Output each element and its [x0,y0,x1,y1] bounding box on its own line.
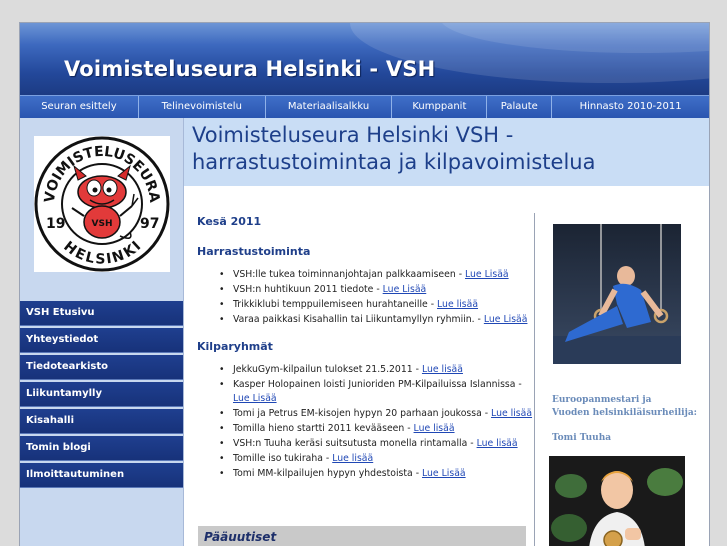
season-heading: Kesä 2011 [197,215,262,228]
read-more-link[interactable]: Lue lisää [437,299,478,310]
site-title[interactable]: Voimisteluseura Helsinki - VSH [64,57,435,81]
news-text: Tomi ja Petrus EM-kisojen hypyn 20 parha… [233,408,492,420]
news-text: VSH:n Tuuha keräsi suitsutusta monella r… [233,438,477,450]
logo-badge-text: VSH [92,219,113,229]
news-text: Tomilla hieno startti 2011 kevääseen - [233,423,414,435]
sidebar-item-etusivu[interactable]: VSH Etusivu [20,301,183,326]
news-text: Tomi MM-kilpailujen hypyn yhdestoista - [233,467,423,479]
harrastus-list: VSH:lle tukea toiminnanjohtajan palkkaam… [197,268,537,328]
list-item: Kasper Holopainen loisti Junioriden PM-K… [219,378,537,408]
sidebar-item-liikuntamylly[interactable]: Liikuntamylly [20,382,183,407]
kilpa-list: JekkuGym-kilpailun tulokset 21.5.2011 - … [197,363,537,482]
column-divider [534,213,535,546]
news-text: Trikkiklubi temppuilemiseen hurahtaneill… [233,298,438,310]
nav-item-seuran-esittely[interactable]: Seuran esittely [20,96,139,118]
read-more-link[interactable]: Lue Lisää [422,468,466,479]
read-more-link[interactable]: Lue lisää [491,408,532,419]
read-more-link[interactable]: Lue Lisää [484,314,528,325]
read-more-link[interactable]: Lue lisää [414,423,455,434]
section-header-pauutiset: Pääuutiset [198,526,526,546]
sidebar-item-yhteystiedot[interactable]: Yhteystiedot [20,328,183,353]
read-more-link[interactable]: Lue Lisää [233,393,277,404]
list-item: VSH:lle tukea toiminnanjohtajan palkkaam… [219,268,537,283]
caption-line2: Vuoden helsinkiläisurheilija: [552,408,697,418]
harrastus-heading: Harrastustoiminta [197,245,311,258]
news-text: VSH:lle tukea toiminnanjohtajan palkkaam… [233,269,466,280]
nav-item-palaute[interactable]: Palaute [487,96,553,118]
caption-name: Tomi Tuuha [552,433,612,443]
read-more-link[interactable]: Lue Lisää [465,269,509,280]
read-more-link[interactable]: Lue lisää [422,364,463,375]
list-item: VSH:n huhtikuun 2011 tiedote - Lue Lisää [219,283,537,298]
main-content: Kesä 2011 Harrastustoiminta VSH:lle tuke… [197,215,537,494]
gymnast-medal-photo[interactable] [549,456,685,546]
page-frame: Voimisteluseura Helsinki - VSH Seuran es… [19,22,710,546]
gymnast-rings-photo[interactable] [553,224,681,364]
page-title: Voimisteluseura Helsinki VSH - harrastus… [192,122,707,176]
list-item: Tomi ja Petrus EM-kisojen hypyn 20 parha… [219,407,537,422]
news-text: Tomille iso tukiraha - [233,453,333,465]
news-text: JekkuGym-kilpailun tulokset 21.5.2011 - [233,363,422,375]
left-column: VOIMISTELUSEURA HELSINKI 19 97 VSH VSH E… [20,118,184,546]
news-text: Kasper Holopainen loisti Junioriden PM-K… [233,378,522,390]
site-banner: Voimisteluseura Helsinki - VSH [20,23,709,95]
news-text: VSH:n huhtikuun 2011 tiedote - [233,283,383,295]
nav-item-hinnasto[interactable]: Hinnasto 2010-2011 [552,96,709,118]
nav-item-telinevoimistelu[interactable]: Telinevoimistelu [139,96,266,118]
main-header: Voimisteluseura Helsinki VSH - harrastus… [184,118,709,186]
kilpa-heading: Kilparyhmät [197,339,273,353]
side-menu: VSH Etusivu Yhteystiedot Tiedotearkisto … [20,301,183,490]
logo-year-left: 19 [46,216,65,232]
top-nav: Seuran esittely Telinevoimistelu Materia… [20,95,709,118]
club-logo[interactable]: VOIMISTELUSEURA HELSINKI 19 97 VSH [34,136,170,272]
sidebar-item-kisahalli[interactable]: Kisahalli [20,409,183,434]
list-item: Tomille iso tukiraha - Lue lisää [219,452,537,467]
read-more-link[interactable]: Lue lisää [477,438,518,449]
photo-caption: Euroopanmestari ja Vuoden helsinkiläisur… [552,394,702,445]
read-more-link[interactable]: Lue Lisää [383,284,427,295]
list-item: JekkuGym-kilpailun tulokset 21.5.2011 - … [219,363,537,378]
news-text: Varaa paikkasi Kisahallin tai Liikuntamy… [233,313,484,325]
sidebar-item-ilmoittautuminen[interactable]: Ilmoittautuminen [20,463,183,488]
list-item: Tomilla hieno startti 2011 kevääseen - L… [219,422,537,437]
sidebar-item-tiedotearkisto[interactable]: Tiedotearkisto [20,355,183,380]
list-item: Varaa paikkasi Kisahallin tai Liikuntamy… [219,313,537,328]
page-title-line2: harrastustoimintaa ja kilpavoimistelua [192,150,596,174]
logo-year-right: 97 [140,216,159,232]
page-title-line1: Voimisteluseura Helsinki VSH - [192,123,514,147]
nav-item-materiaalisalkku[interactable]: Materiaalisalkku [266,96,393,118]
list-item: VSH:n Tuuha keräsi suitsutusta monella r… [219,437,537,452]
list-item: Trikkiklubi temppuilemiseen hurahtaneill… [219,298,537,313]
caption-line1: Euroopanmestari ja [552,395,652,405]
sidebar-item-tomin-blogi[interactable]: Tomin blogi [20,436,183,461]
nav-item-kumppanit[interactable]: Kumppanit [392,96,488,118]
list-item: Tomi MM-kilpailujen hypyn yhdestoista - … [219,467,537,482]
read-more-link[interactable]: Lue lisää [332,453,373,464]
